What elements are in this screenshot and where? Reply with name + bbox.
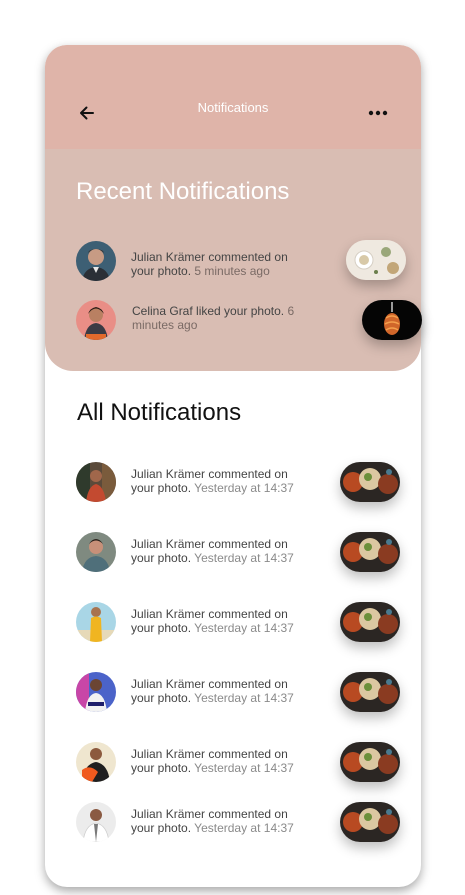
avatar-photo (76, 532, 116, 572)
photo-thumbnail[interactable] (362, 300, 422, 340)
notification-text: Julian Krämer commented on your photo. Y… (131, 677, 294, 705)
photo-thumbnail[interactable] (340, 802, 400, 842)
avatar[interactable] (76, 602, 116, 642)
food-bowls-image (340, 602, 400, 642)
food-bowls-image (340, 462, 400, 502)
avatar[interactable] (76, 802, 116, 842)
avatar[interactable] (76, 532, 116, 572)
photo-thumbnail[interactable] (340, 532, 400, 572)
notifications-card: Notifications Recent Notifications Julia… (45, 45, 422, 887)
notification-text: Julian Krämer commented on your photo. 5… (131, 250, 288, 278)
photo-thumbnail[interactable] (340, 672, 400, 712)
avatar[interactable] (76, 462, 116, 502)
food-bowls-image (340, 802, 400, 842)
notification-time: Yesterday at 14:37 (194, 551, 294, 565)
recent-notifications-title: Recent Notifications (76, 178, 290, 205)
more-horizontal-icon (368, 110, 388, 116)
notification-time: Yesterday at 14:37 (194, 621, 294, 635)
notification-time: Yesterday at 14:37 (194, 481, 294, 495)
app-header: Notifications (45, 45, 421, 149)
page-title: Notifications (197, 100, 269, 115)
photo-thumbnail[interactable] (340, 602, 400, 642)
more-options-button[interactable] (367, 103, 389, 123)
photo-thumbnail[interactable] (346, 240, 406, 280)
avatar-photo (76, 241, 116, 281)
food-flatlay-image (346, 240, 406, 280)
notification-time: Yesterday at 14:37 (194, 761, 294, 775)
pasta-fork-image (362, 300, 422, 340)
notification-text: Julian Krämer commented on your photo. Y… (131, 467, 294, 495)
food-bowls-image (340, 672, 400, 712)
notification-text: Celina Graf liked your photo. 6 minutes … (132, 304, 295, 332)
avatar-photo (76, 300, 116, 340)
avatar-photo (76, 462, 116, 502)
notification-time: 5 minutes ago (194, 264, 270, 278)
avatar-photo (76, 672, 116, 712)
notification-text: Julian Krämer commented on your photo. Y… (131, 747, 294, 775)
avatar[interactable] (76, 300, 116, 340)
notification-text: Julian Krämer commented on your photo. Y… (131, 607, 294, 635)
notification-time: Yesterday at 14:37 (194, 821, 294, 835)
avatar[interactable] (76, 742, 116, 782)
avatar-photo (76, 742, 116, 782)
notification-text: Julian Krämer commented on your photo. Y… (131, 807, 294, 835)
avatar-photo (76, 602, 116, 642)
all-notifications-title: All Notifications (77, 399, 242, 426)
food-bowls-image (340, 742, 400, 782)
avatar-photo (76, 802, 116, 842)
photo-thumbnail[interactable] (340, 462, 400, 502)
notification-time: Yesterday at 14:37 (194, 691, 294, 705)
notification-text: Julian Krämer commented on your photo. Y… (131, 537, 294, 565)
avatar[interactable] (76, 241, 116, 281)
photo-thumbnail[interactable] (340, 742, 400, 782)
avatar[interactable] (76, 672, 116, 712)
food-bowls-image (340, 532, 400, 572)
